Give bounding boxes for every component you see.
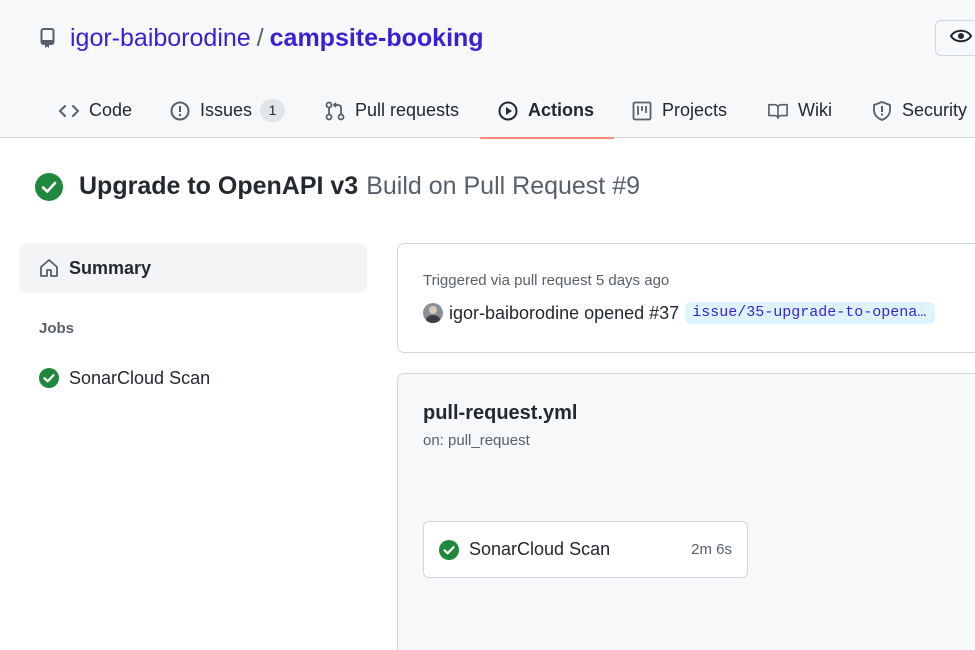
tab-code[interactable]: Code	[59, 83, 132, 138]
workflow-file-name[interactable]: pull-request.yml	[423, 402, 577, 425]
trigger-text: Triggered via pull request 5 days ago	[423, 272, 670, 289]
play-icon	[498, 101, 518, 121]
tab-label: Wiki	[798, 100, 832, 120]
issue-icon	[170, 101, 190, 121]
workflow-trigger: on: pull_request	[423, 432, 530, 449]
trigger-card: Triggered via pull request 5 days ago ig…	[397, 243, 975, 353]
pull-request-icon	[325, 101, 345, 121]
home-icon	[39, 258, 59, 278]
tab-wiki[interactable]: Wiki	[768, 83, 832, 138]
repo-owner-link[interactable]: igor-baiborodine	[70, 22, 251, 54]
trigger-details: igor-baiborodine opened #37 issue/35-upg…	[423, 302, 936, 324]
tab-label: Security	[902, 100, 968, 120]
success-check-icon	[39, 368, 59, 388]
success-check-icon	[439, 539, 459, 560]
workflow-run-title: Upgrade to OpenAPI v3 Build on Pull Requ…	[35, 172, 640, 201]
repo-title: igor-baiborodine / campsite-booking	[40, 22, 484, 54]
actor-link[interactable]: igor-baiborodine	[449, 303, 579, 324]
repo-header: igor-baiborodine / campsite-booking Code…	[0, 0, 975, 139]
workflow-job-node[interactable]: SonarCloud Scan 2m 6s	[423, 521, 748, 578]
tab-security[interactable]: Security	[872, 83, 967, 138]
run-name: Upgrade to OpenAPI v3	[79, 172, 359, 200]
tab-actions[interactable]: Actions	[479, 83, 615, 139]
repo-nav-tabs: Code Issues 1 Pull requests Actions Proj…	[0, 83, 975, 139]
sidebar-item-summary[interactable]: Summary	[19, 243, 367, 293]
repo-name-link[interactable]: campsite-booking	[270, 22, 484, 54]
tab-issues[interactable]: Issues 1	[170, 83, 286, 138]
sidebar-item-job[interactable]: SonarCloud Scan	[39, 366, 210, 390]
branch-label[interactable]: issue/35-upgrade-to-openapi-v3	[685, 302, 936, 324]
workflow-graph-card: pull-request.yml on: pull_request SonarC…	[397, 373, 975, 650]
run-subtitle: Build on Pull Request #9	[366, 172, 641, 200]
tab-label: Projects	[662, 100, 728, 120]
shield-icon	[872, 100, 892, 121]
job-name: SonarCloud Scan	[69, 367, 211, 388]
job-node-name: SonarCloud Scan	[469, 539, 611, 559]
success-check-icon	[35, 172, 63, 201]
repo-icon	[40, 27, 60, 49]
summary-label: Summary	[69, 257, 152, 278]
watch-button[interactable]	[935, 20, 975, 56]
trigger-action[interactable]: opened #37	[584, 303, 679, 324]
eye-icon	[949, 28, 973, 49]
repo-separator: /	[256, 24, 264, 52]
tab-label: Actions	[528, 100, 595, 120]
issues-counter-badge: 1	[260, 99, 286, 122]
tab-label: Code	[89, 100, 133, 120]
job-duration: 2m 6s	[691, 541, 732, 558]
tab-label: Issues	[200, 100, 253, 120]
jobs-heading: Jobs	[39, 320, 75, 337]
tab-pull-requests[interactable]: Pull requests	[325, 83, 459, 138]
code-icon	[59, 101, 79, 121]
avatar[interactable]	[423, 303, 443, 323]
book-icon	[768, 101, 788, 121]
project-icon	[632, 101, 652, 121]
tab-projects[interactable]: Projects	[632, 83, 727, 138]
tab-label: Pull requests	[355, 100, 460, 120]
